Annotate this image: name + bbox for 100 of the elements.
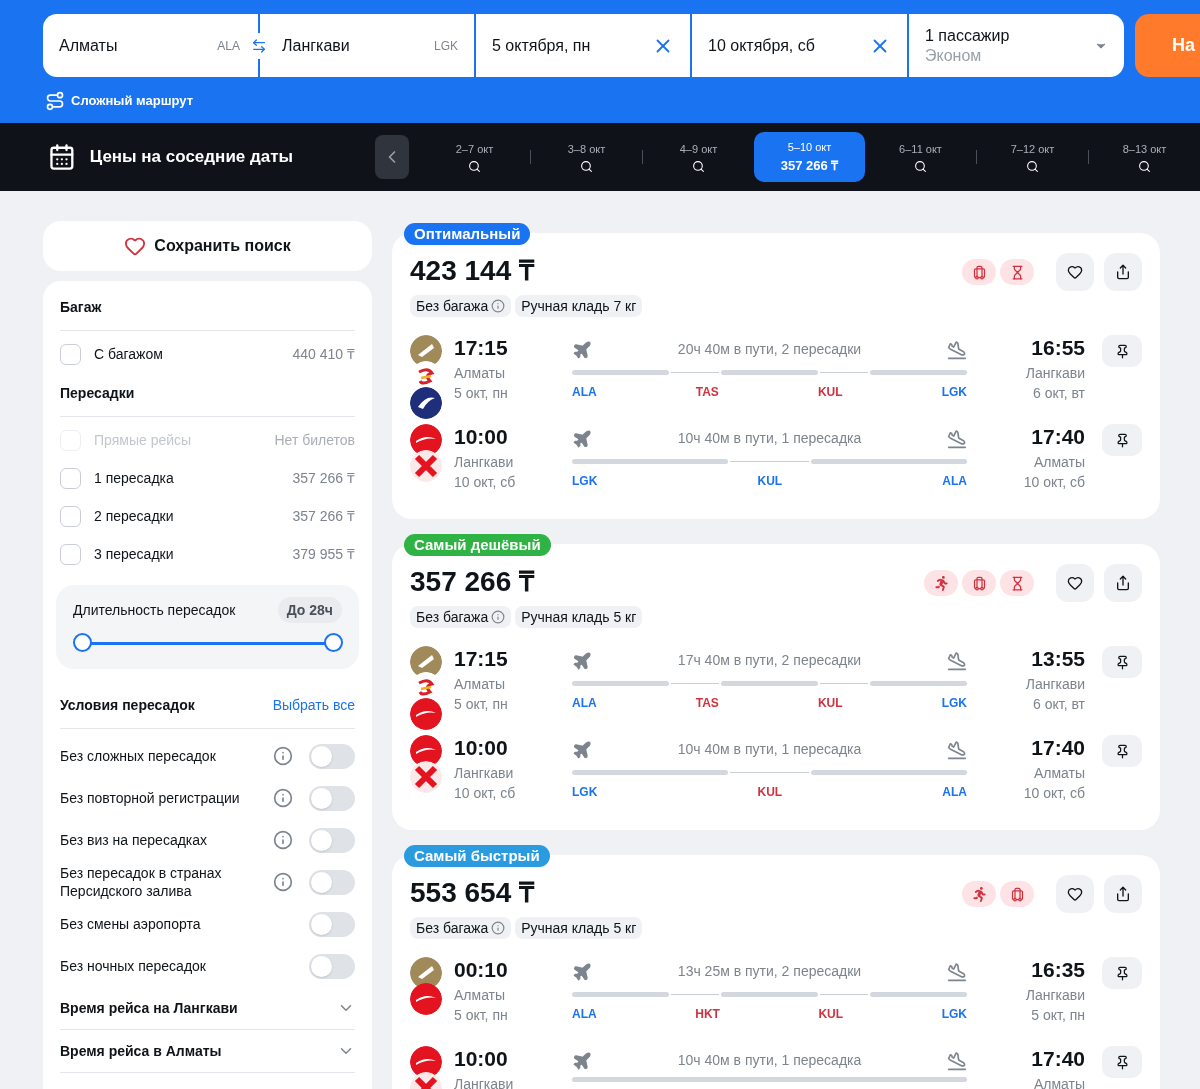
pin-button[interactable]	[1102, 735, 1142, 767]
date-range-tab[interactable]: 7–12 окт	[977, 132, 1088, 182]
checkbox[interactable]	[60, 467, 81, 489]
passengers-field[interactable]: 1 пассажир Эконом	[909, 14, 1124, 77]
condition-label: Без ночных пересадок	[60, 957, 207, 975]
search-icon	[1026, 159, 1039, 173]
pin-button[interactable]	[1102, 424, 1142, 456]
pin-icon	[1114, 965, 1130, 981]
date-range-tab[interactable]: 6–11 окт	[865, 132, 976, 182]
toggle-switch[interactable]	[309, 869, 355, 895]
departure-date: 10 окт, сб	[454, 473, 517, 492]
pin-button[interactable]	[1102, 1046, 1142, 1078]
slider-handle[interactable]	[73, 633, 92, 652]
baggage-chip: Без багажа	[410, 295, 512, 317]
checkbox[interactable]	[60, 343, 81, 365]
airport-code: LGK	[941, 1006, 967, 1023]
slider-handle[interactable]	[324, 633, 343, 652]
destination-field[interactable]: Лангкави LGK	[260, 14, 474, 77]
search-icon	[580, 159, 593, 173]
airport-code: LGK	[941, 695, 967, 712]
collapsible-section[interactable]: Время рейса на Лангкави	[60, 987, 355, 1030]
share-button[interactable]	[1104, 564, 1142, 602]
departure-date-field[interactable]: 5 октября, пн	[476, 14, 690, 77]
pin-button[interactable]	[1102, 957, 1142, 989]
checkbox[interactable]	[60, 505, 81, 527]
search-icon	[914, 159, 927, 173]
info-icon[interactable]	[491, 610, 506, 624]
toggle-switch[interactable]	[309, 911, 355, 937]
airline-logo-icon	[410, 387, 442, 419]
date-range-tab[interactable]: 2–7 окт	[419, 132, 530, 182]
checkbox[interactable]	[60, 543, 81, 565]
favorite-button[interactable]	[1056, 564, 1094, 602]
info-icon[interactable]	[273, 788, 293, 808]
info-icon[interactable]	[491, 299, 506, 313]
filter-option-price: 357 266 ₸	[292, 468, 355, 488]
toggle-switch[interactable]	[309, 743, 355, 769]
heart-icon	[1067, 886, 1083, 902]
info-icon[interactable]	[273, 830, 293, 850]
filter-option-label: 3 пересадки	[94, 544, 174, 564]
share-button[interactable]	[1104, 253, 1142, 291]
luggage-icon	[971, 575, 987, 591]
takeoff-plane-icon	[572, 650, 592, 671]
origin-field[interactable]: Алматы ALA	[43, 14, 258, 77]
landing-plane-icon	[947, 428, 967, 449]
ticket-price: 357 266 ₸	[410, 566, 536, 598]
toggle-switch[interactable]	[309, 953, 355, 979]
arrival-date: 6 окт, вт	[1032, 695, 1085, 714]
filter-option-price: 440 410 ₸	[292, 344, 355, 364]
arrival-time: 17:40	[1030, 424, 1085, 450]
favorite-button[interactable]	[1056, 253, 1094, 291]
condition-label: Без пересадок в странах Персидского залива	[60, 864, 223, 900]
return-date-field[interactable]: 10 октября, сб	[692, 14, 907, 77]
toggle-switch[interactable]	[309, 827, 355, 853]
card-tag: Самый дешёвый	[404, 534, 551, 556]
search-icon	[692, 159, 705, 173]
toggle-switch[interactable]	[309, 785, 355, 811]
landing-plane-icon	[947, 339, 967, 360]
dates-bar-title: Цены на соседние даты	[89, 146, 295, 169]
arrival-date: 10 окт, сб	[1022, 473, 1085, 492]
departure-city: Алматы	[454, 986, 507, 1005]
filter-option-price: Нет билетов	[274, 430, 355, 450]
save-search-button[interactable]: Сохранить поиск	[43, 221, 372, 271]
takeoff-plane-icon	[572, 739, 592, 760]
filter-option-price: 357 266 ₸	[292, 506, 355, 526]
filter-option-label: С багажом	[94, 344, 163, 364]
flight-duration: 17ч 40м в пути, 2 пересадки	[677, 651, 862, 670]
pin-button[interactable]	[1102, 335, 1142, 367]
heart-icon	[1067, 575, 1083, 591]
date-range-tab[interactable]: 4–9 окт	[643, 132, 754, 182]
filter-option-label: 1 пересадка	[94, 468, 174, 488]
share-icon	[1115, 575, 1131, 591]
condition-label: Без виз на пересадках	[60, 831, 209, 849]
date-range-tab[interactable]: 5–10 окт 357 266 ₸	[754, 132, 865, 182]
info-icon[interactable]	[273, 872, 293, 892]
condition-label: Без повторной регистрации	[60, 789, 241, 807]
arrival-time: 17:40	[1030, 735, 1085, 761]
swap-icon	[251, 38, 267, 54]
share-button[interactable]	[1104, 875, 1142, 913]
duration-filter-label: Длительность пересадок	[73, 600, 236, 620]
collapsible-section[interactable]: Время рейса в Алматы	[60, 1030, 355, 1073]
landing-plane-icon	[947, 739, 967, 760]
airline-logo-icon	[410, 761, 442, 793]
arrival-city: Лангкави	[1024, 364, 1085, 383]
info-icon[interactable]	[273, 746, 293, 766]
departure-time: 17:15	[454, 646, 509, 672]
info-icon[interactable]	[491, 921, 506, 935]
airport-code: KUL	[817, 384, 843, 401]
filter-section-title: Пересадки	[60, 377, 355, 417]
pin-button[interactable]	[1102, 646, 1142, 678]
complex-route-link[interactable]: Сложный маршрут	[45, 91, 193, 111]
airport-code: ALA	[572, 695, 597, 712]
favorite-button[interactable]	[1056, 875, 1094, 913]
date-range-tab[interactable]: 3–8 окт	[531, 132, 642, 182]
airport-code: LGK	[941, 384, 967, 401]
arrival-city: Лангкави	[1024, 986, 1085, 1005]
pin-icon	[1114, 654, 1130, 670]
departure-city: Лангкави	[454, 764, 515, 783]
select-all-link[interactable]: Выбрать все	[272, 695, 355, 716]
date-range-tab[interactable]: 8–13 окт	[1089, 132, 1200, 182]
pin-icon	[1114, 743, 1130, 759]
